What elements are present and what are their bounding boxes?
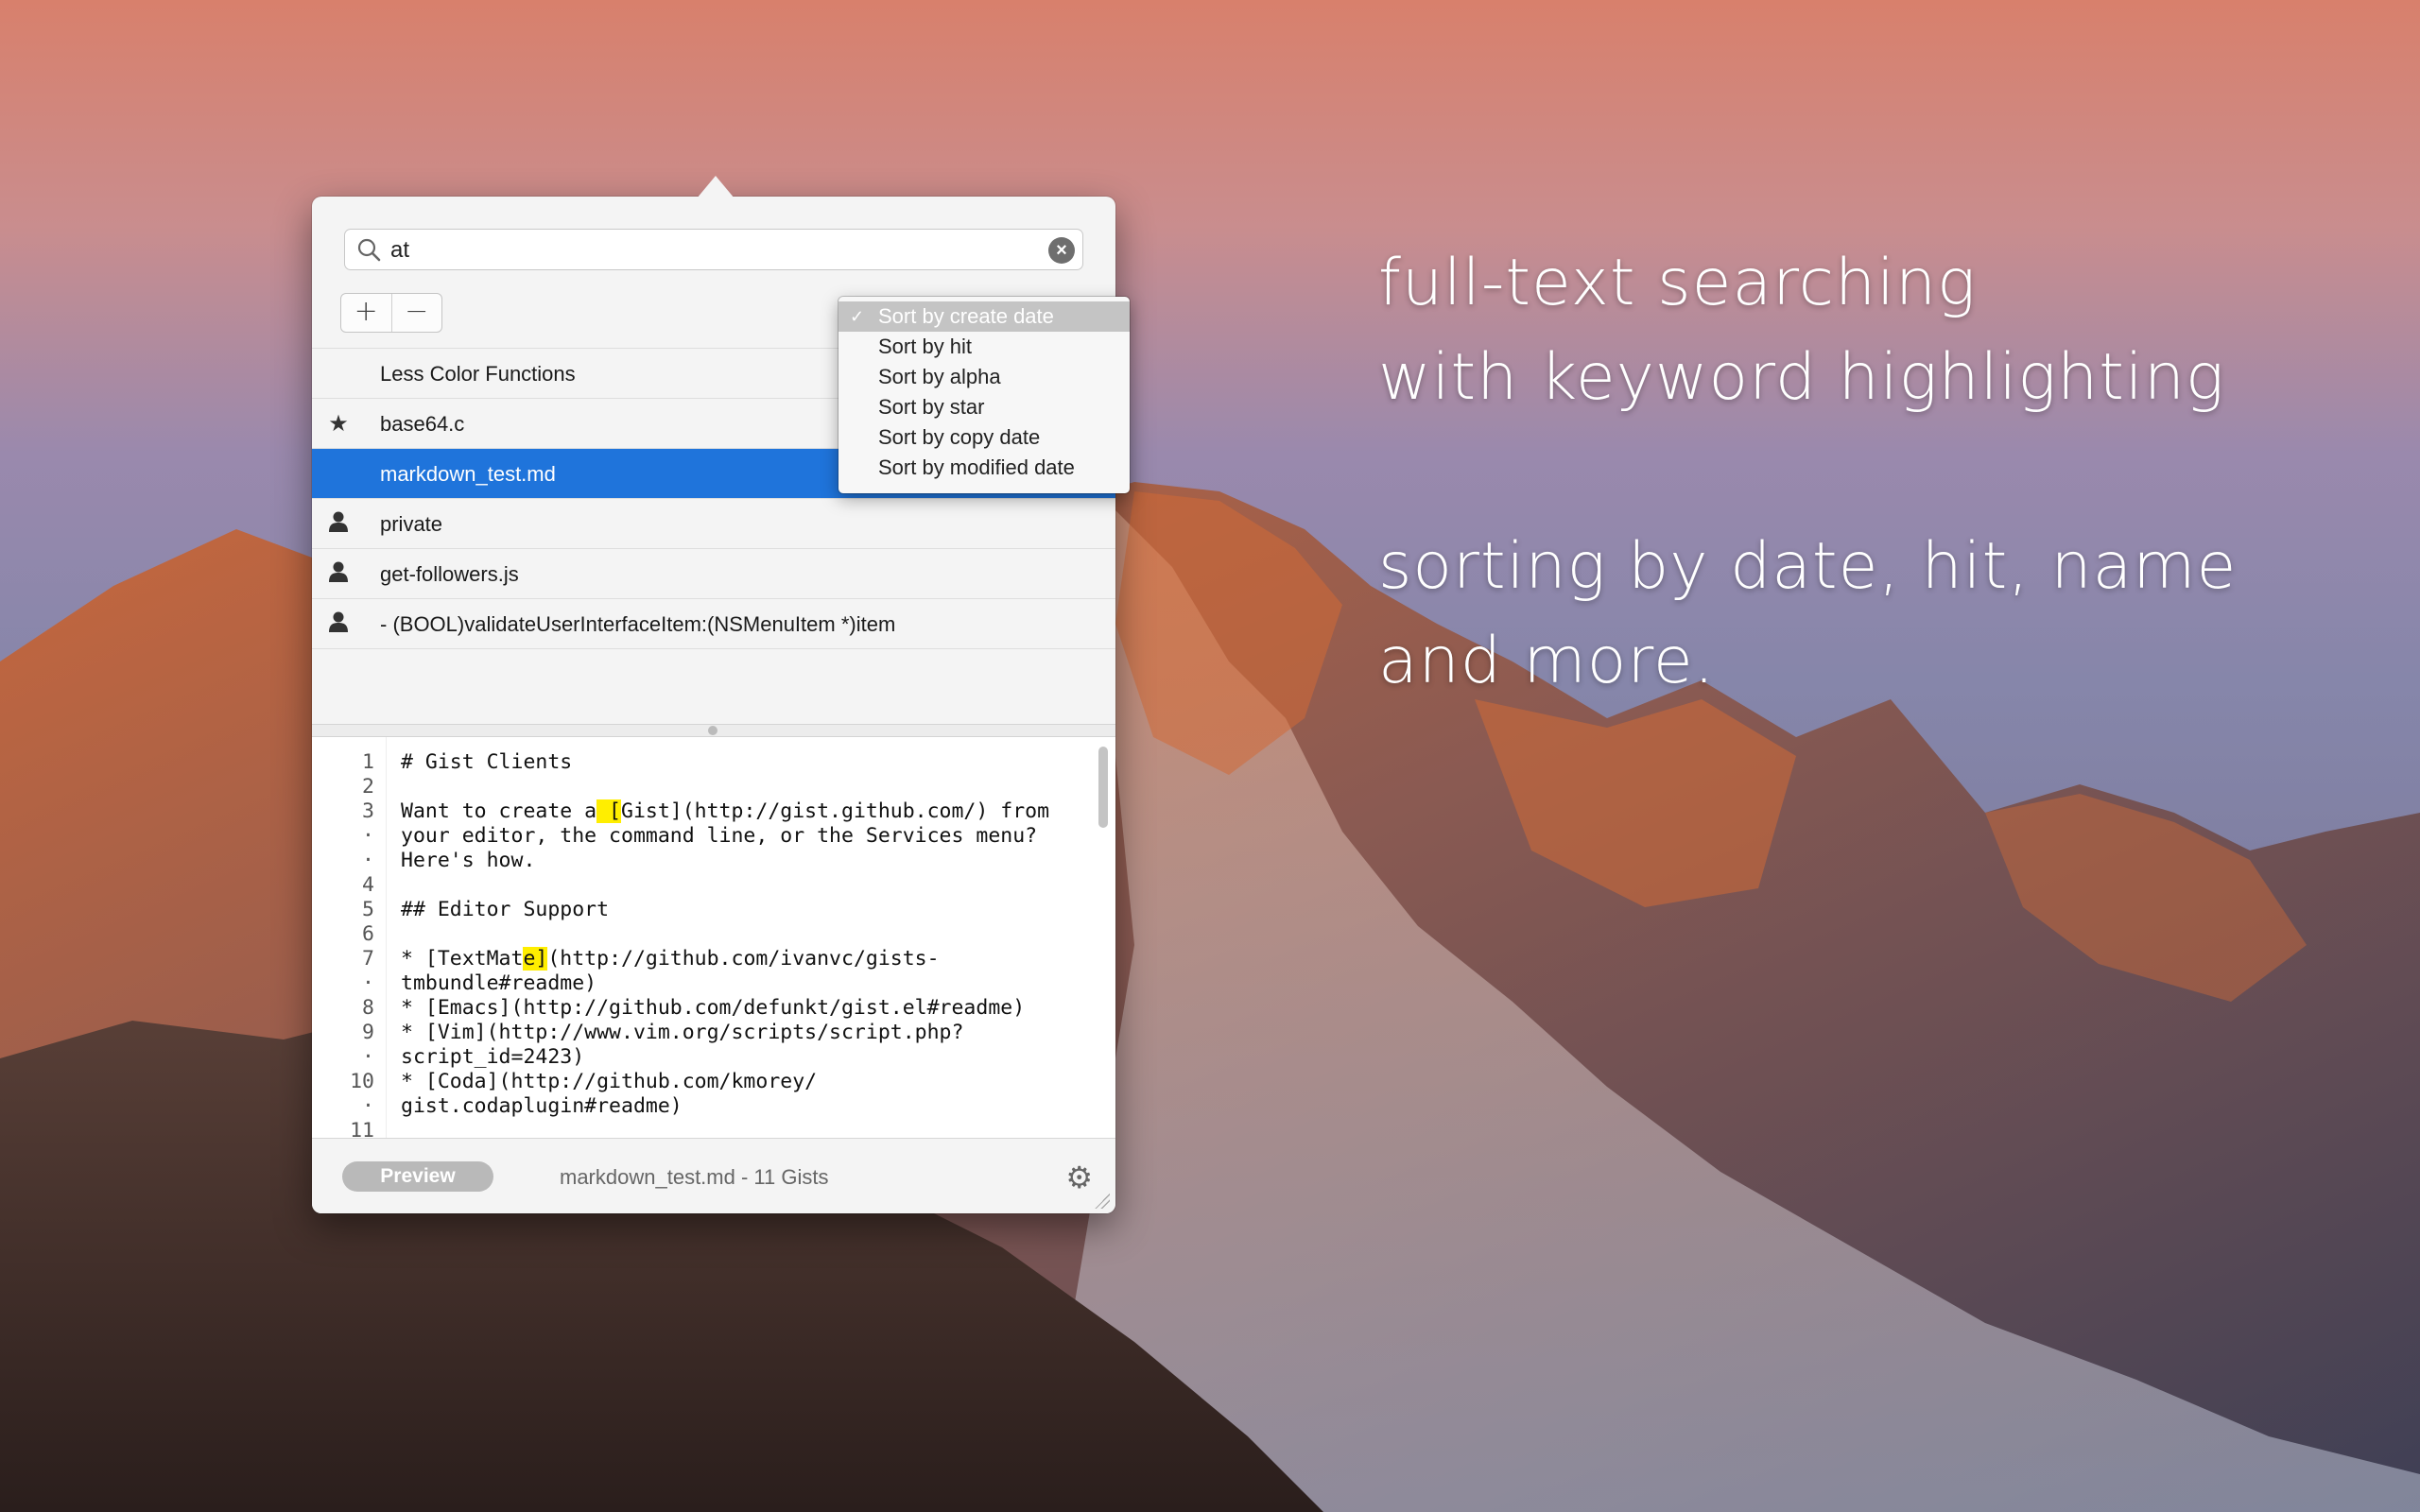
line-number: ·: [362, 971, 374, 995]
promo-text-sorting: sorting by date, hit, name and more.: [1378, 529, 2238, 698]
private-user-icon: [320, 510, 357, 540]
code-line: * [Emacs](http://github.com/defunkt/gist…: [401, 996, 1026, 1020]
gist-name: private: [380, 512, 443, 536]
list-empty-space: [312, 648, 1115, 729]
status-text: markdown_test.md - 11 Gists: [560, 1165, 829, 1189]
gutter-divider: [386, 737, 387, 1138]
private-user-icon: [320, 560, 357, 590]
code-line: * [Coda](http://github.com/kmorey/: [401, 1070, 818, 1093]
preview-button[interactable]: Preview: [342, 1161, 493, 1192]
sort-menu-label: Sort by hit: [878, 335, 973, 358]
line-number: 2: [362, 775, 374, 799]
line-number: ·: [362, 1094, 374, 1118]
search-input[interactable]: [389, 233, 1007, 267]
code-line: script_id=2423): [401, 1045, 585, 1069]
line-number: ·: [362, 849, 374, 872]
code-line: Want to create a [Gist](http://gist.gith…: [401, 799, 1050, 823]
line-number: 1: [362, 750, 374, 774]
gist-row[interactable]: - (BOOL)validateUserInterfaceItem:(NSMen…: [312, 598, 1115, 648]
code-line: ## Editor Support: [401, 898, 610, 921]
sort-menu-item[interactable]: Sort by hit: [838, 332, 1130, 362]
divider-handle[interactable]: [708, 726, 717, 735]
clear-search-icon[interactable]: ×: [1048, 237, 1075, 264]
gist-name: base64.c: [380, 412, 465, 436]
line-number: ·: [362, 824, 374, 848]
code-line: * [TextMate](http://github.com/ivanvc/gi…: [401, 947, 940, 971]
gist-name: markdown_test.md: [380, 462, 556, 486]
gist-name: - (BOOL)validateUserInterfaceItem:(NSMen…: [380, 612, 896, 636]
gist-row[interactable]: private: [312, 498, 1115, 548]
line-number: ·: [362, 1045, 374, 1069]
gist-row[interactable]: get-followers.js: [312, 548, 1115, 598]
line-number: 6: [362, 922, 374, 946]
gear-icon[interactable]: ⚙: [1065, 1160, 1093, 1195]
line-number: 9: [362, 1021, 374, 1044]
line-number: 11: [350, 1119, 374, 1138]
add-remove-segmented-control: + −: [340, 293, 442, 333]
code-line: your editor, the command line, or the Se…: [401, 824, 1038, 848]
checkmark-icon: ✓: [850, 307, 865, 326]
line-number-gutter: 1 2 3 · · 4 5 6 7 · 8 9 · 10 · 11: [312, 750, 374, 1138]
remove-gist-button[interactable]: −: [390, 294, 442, 332]
gist-name: Less Color Functions: [380, 362, 576, 386]
magnifier-icon: [356, 237, 381, 266]
sort-menu-label: Sort by star: [878, 395, 985, 419]
bottom-bar: Preview markdown_test.md - 11 Gists ⚙: [312, 1138, 1115, 1213]
star-icon: ★: [328, 411, 349, 437]
sort-menu-item[interactable]: Sort by copy date: [838, 422, 1130, 453]
gist-name: get-followers.js: [380, 562, 519, 586]
sort-menu: ✓ Sort by create date Sort by hit Sort by a…: [838, 297, 1130, 493]
sort-menu-label: Sort by modified date: [878, 455, 1075, 479]
code-line: gist.codaplugin#readme): [401, 1094, 683, 1118]
code-editor[interactable]: 1 2 3 · · 4 5 6 7 · 8 9 · 10 · 11 # Gist Clients Want to…: [312, 737, 1115, 1138]
line-number: 4: [362, 873, 374, 897]
code-line: # Gist Clients: [401, 750, 573, 774]
split-view-divider[interactable]: [312, 724, 1115, 737]
sort-menu-item[interactable]: Sort by star: [838, 392, 1130, 422]
line-number: 8: [362, 996, 374, 1020]
sort-menu-label: Sort by copy date: [878, 425, 1041, 449]
promo-text-search: full-text searching with keyword highlig…: [1378, 246, 2225, 415]
sort-menu-item[interactable]: Sort by modified date: [838, 453, 1130, 483]
add-gist-button[interactable]: +: [341, 294, 391, 332]
sort-menu-item[interactable]: Sort by alpha: [838, 362, 1130, 392]
code-line: Here's how.: [401, 849, 536, 872]
popover-arrow: [697, 176, 735, 198]
private-user-icon: [320, 610, 357, 640]
keyword-highlight: [: [596, 799, 621, 823]
code-line: tmbundle#readme): [401, 971, 597, 995]
line-number: 7: [362, 947, 374, 971]
search-field[interactable]: ×: [344, 229, 1083, 270]
line-number: 3: [362, 799, 374, 823]
code-line: * [Vim](http://www.vim.org/scripts/scrip…: [401, 1021, 964, 1044]
code-text[interactable]: # Gist Clients Want to create a [Gist](ht…: [401, 750, 1049, 1138]
keyword-highlight: e]: [523, 947, 548, 971]
line-number: 5: [362, 898, 374, 921]
sort-menu-label: Sort by create date: [878, 304, 1054, 328]
sort-menu-label: Sort by alpha: [878, 365, 1001, 388]
line-number: 10: [350, 1070, 374, 1093]
editor-scrollbar[interactable]: [1098, 747, 1108, 828]
resize-grip-icon[interactable]: [1095, 1194, 1110, 1209]
sort-menu-item[interactable]: ✓ Sort by create date: [838, 301, 1130, 332]
